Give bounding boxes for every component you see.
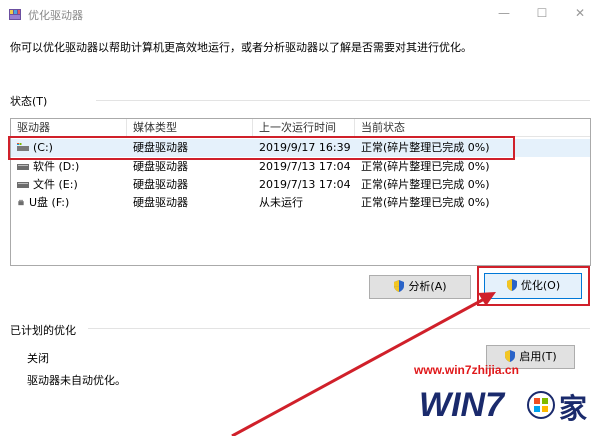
drive-name: 软件 (D:) xyxy=(33,160,80,173)
analyze-button-label: 分析(A) xyxy=(408,280,447,293)
minimize-button[interactable]: — xyxy=(486,0,522,28)
scheduled-section-label: 已计划的优化 xyxy=(10,324,76,337)
section-divider xyxy=(96,100,590,101)
highlight-box-selected-drive xyxy=(8,136,515,160)
optimize-button-label: 优化(O) xyxy=(520,279,561,292)
drive-media-type: 硬盘驱动器 xyxy=(133,160,188,173)
drive-status: 正常(碎片整理已完成 0%) xyxy=(361,196,490,209)
column-header-media-type[interactable]: 媒体类型 xyxy=(127,119,253,137)
shield-icon xyxy=(394,280,405,292)
drive-last-run: 2019/7/13 17:04 xyxy=(259,160,351,173)
maximize-button[interactable]: ☐ xyxy=(524,0,560,28)
watermark-logo: WIN7 家 xyxy=(418,385,587,425)
window-title: 优化驱动器 xyxy=(28,9,83,22)
drive-status: 正常(碎片整理已完成 0%) xyxy=(361,160,490,173)
column-header-status[interactable]: 当前状态 xyxy=(355,119,561,137)
drive-last-run: 从未运行 xyxy=(259,196,303,209)
watermark-logo-suffix: 家 xyxy=(559,392,587,425)
list-header: 驱动器 媒体类型 上一次运行时间 当前状态 xyxy=(11,119,590,137)
drive-row-e[interactable]: 文件 (E:) 硬盘驱动器 2019/7/13 17:04 正常(碎片整理已完成… xyxy=(11,176,590,194)
drive-row-d[interactable]: 软件 (D:) 硬盘驱动器 2019/7/13 17:04 正常(碎片整理已完成… xyxy=(11,158,590,176)
shield-icon xyxy=(505,350,516,362)
status-section-label: 状态(T) xyxy=(10,95,48,108)
column-header-last-run[interactable]: 上一次运行时间 xyxy=(253,119,355,137)
drive-status: 正常(碎片整理已完成 0%) xyxy=(361,178,490,191)
drive-name: U盘 (F:) xyxy=(29,196,70,209)
watermark-url: www.win7zhijia.cn xyxy=(414,363,519,377)
watermark-logo-text: WIN7 xyxy=(419,386,506,424)
drive-row-f[interactable]: U盘 (F:) 硬盘驱动器 从未运行 正常(碎片整理已完成 0%) xyxy=(11,194,590,212)
section-divider xyxy=(88,328,590,329)
shield-icon xyxy=(506,279,517,291)
defrag-app-icon xyxy=(9,9,21,20)
enable-button-label: 启用(T) xyxy=(519,350,557,363)
scheduled-description: 驱动器未自动优化。 xyxy=(27,374,126,387)
title-bar: 优化驱动器 — ☐ ✕ xyxy=(0,0,600,28)
close-button[interactable]: ✕ xyxy=(562,0,598,28)
hard-drive-icon xyxy=(17,182,29,188)
drive-media-type: 硬盘驱动器 xyxy=(133,178,188,191)
usb-drive-icon xyxy=(18,199,24,205)
scheduled-state: 关闭 xyxy=(27,352,49,365)
drive-media-type: 硬盘驱动器 xyxy=(133,196,188,209)
analyze-button[interactable]: 分析(A) xyxy=(369,275,471,299)
optimize-button[interactable]: 优化(O) xyxy=(484,273,582,299)
hard-drive-icon xyxy=(17,164,29,170)
description-text: 你可以优化驱动器以帮助计算机更高效地运行，或者分析驱动器以了解是否需要对其进行优… xyxy=(10,41,472,54)
column-header-drive[interactable]: 驱动器 xyxy=(11,119,127,137)
drive-last-run: 2019/7/13 17:04 xyxy=(259,178,351,191)
drive-name: 文件 (E:) xyxy=(33,178,78,191)
